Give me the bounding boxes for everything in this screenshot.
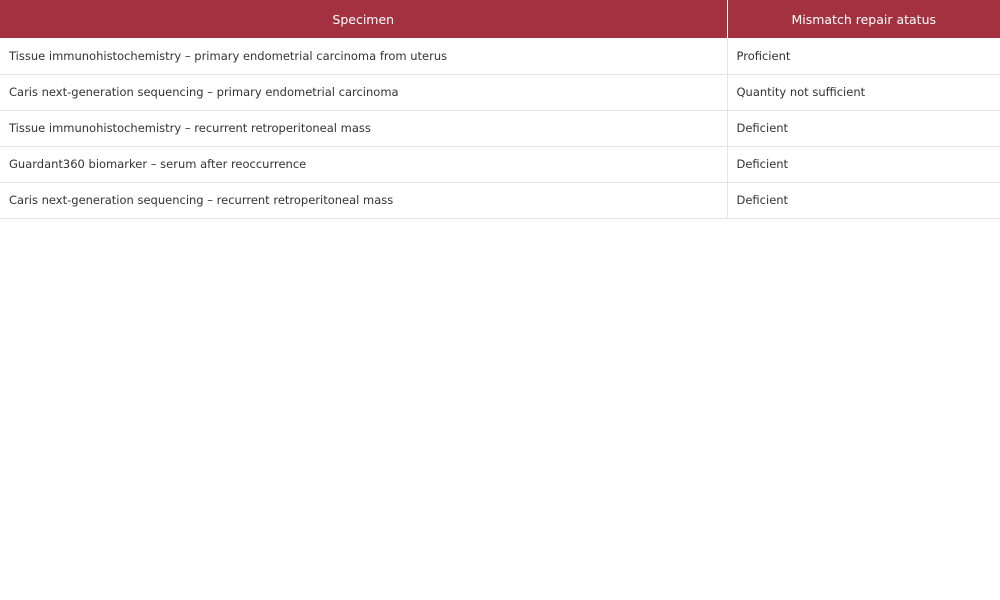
specimen-cell: Tissue immunohistochemistry – recurrent … [0, 110, 728, 147]
table-row: Guardant360 biomarker – serum after reoc… [0, 146, 1000, 183]
specimen-cell: Caris next-generation sequencing – recur… [0, 182, 728, 219]
table-row: Tissue immunohistochemistry – primary en… [0, 38, 1000, 75]
table-row: Tissue immunohistochemistry – recurrent … [0, 110, 1000, 147]
table-row: Caris next-generation sequencing – recur… [0, 182, 1000, 219]
mismatch-repair-table: Specimen Mismatch repair atatus Tissue i… [0, 0, 1000, 219]
specimen-cell: Guardant360 biomarker – serum after reoc… [0, 146, 728, 183]
table-row: Caris next-generation sequencing – prima… [0, 74, 1000, 111]
mmr-status-cell: Deficient [727, 146, 1000, 183]
mmr-status-cell: Proficient [727, 38, 1000, 75]
column-header-mmr-status: Mismatch repair atatus [727, 0, 1000, 38]
table-header: Specimen Mismatch repair atatus [0, 0, 1000, 38]
header-row: Specimen Mismatch repair atatus [0, 0, 1000, 38]
mmr-status-cell: Quantity not sufficient [727, 74, 1000, 111]
column-header-specimen: Specimen [0, 0, 728, 38]
specimen-cell: Caris next-generation sequencing – prima… [0, 74, 728, 111]
specimen-cell: Tissue immunohistochemistry – primary en… [0, 38, 728, 75]
mmr-status-cell: Deficient [727, 182, 1000, 219]
mmr-status-cell: Deficient [727, 110, 1000, 147]
table-body: Tissue immunohistochemistry – primary en… [0, 38, 1000, 219]
